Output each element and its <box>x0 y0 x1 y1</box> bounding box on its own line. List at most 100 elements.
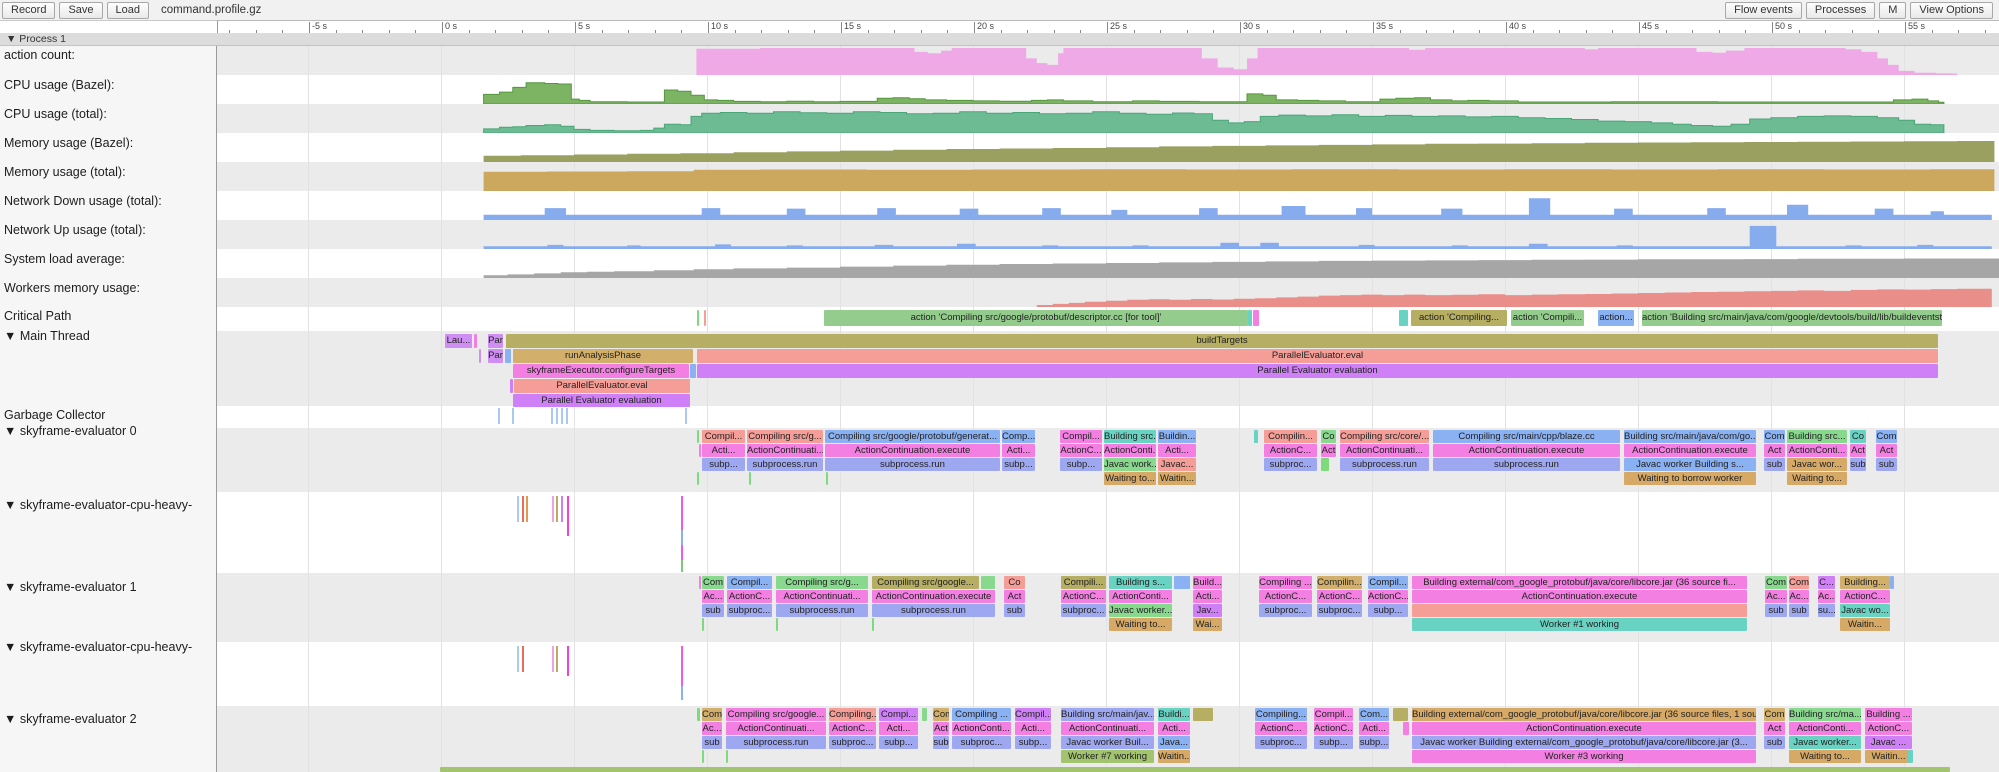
skyframe-evaluator-2-slice[interactable]: subprocess.run <box>726 736 826 749</box>
skyframe-evaluator-1-slice[interactable]: ActionConti... <box>1109 590 1172 603</box>
main-thread-slice[interactable]: ParallelEvaluator.eval <box>697 349 1938 363</box>
event-tick[interactable] <box>681 560 683 572</box>
skyframe-evaluator-0-slice[interactable] <box>697 472 699 485</box>
skyframe-evaluator-1-slice[interactable]: ActionC... <box>727 590 772 603</box>
critical-path-slice[interactable] <box>704 310 706 326</box>
chart-mem-bazel[interactable] <box>217 133 1999 162</box>
flow-events-button[interactable]: Flow events <box>1725 2 1802 19</box>
skyframe-evaluator-2-slice[interactable]: Com <box>702 708 722 721</box>
skyframe-evaluator-0-slice[interactable]: ActionContinuati... <box>747 444 823 457</box>
skyframe-evaluator-0-slice[interactable]: ActionC... <box>1264 444 1317 457</box>
skyframe-evaluator-0-slice[interactable]: subprocess.run <box>1340 458 1429 471</box>
skyframe-evaluator-0-slice[interactable]: Waiting to... <box>1104 472 1156 485</box>
skyframe-evaluator-1-slice[interactable]: Compil... <box>1368 576 1408 589</box>
event-tick[interactable] <box>566 408 568 424</box>
skyframe-evaluator-2-slice[interactable] <box>1393 708 1408 721</box>
skyframe-evaluator-2-slice[interactable]: Com <box>933 708 949 721</box>
skyframe-evaluator-1-slice[interactable]: subp... <box>1368 604 1408 617</box>
skyframe-evaluator-1-slice[interactable]: ActionC... <box>1259 590 1312 603</box>
skyframe-evaluator-2-slice[interactable] <box>922 708 927 721</box>
skyframe-evaluator-0-slice[interactable]: Waiting to... <box>1787 472 1847 485</box>
skyframe-evaluator-2-slice[interactable]: Waiting to... <box>1789 750 1861 763</box>
skyframe-evaluator-2-slice[interactable]: Compiling... <box>1255 708 1307 721</box>
skyframe-evaluator-2-slice[interactable]: ActionC... <box>1255 722 1307 735</box>
skyframe-evaluator-1-slice[interactable]: Building s... <box>1109 576 1172 589</box>
skyframe-evaluator-1-slice[interactable]: Ac... <box>1765 590 1787 603</box>
skyframe-evaluator-1-slice[interactable]: Com <box>1789 576 1809 589</box>
skyframe-evaluator-0-slice[interactable]: Building src... <box>1787 430 1847 443</box>
skyframe-evaluator-0-slice[interactable]: ActionConti... <box>1787 444 1847 457</box>
skyframe-evaluator-0-slice[interactable]: ActionConti... <box>1104 444 1156 457</box>
skyframe-evaluator-2-slice[interactable]: ActionC... <box>829 722 876 735</box>
event-tick[interactable] <box>512 408 514 424</box>
main-thread-slice[interactable]: Par <box>488 349 503 363</box>
skyframe-evaluator-2-slice[interactable]: Compiling... <box>829 708 876 721</box>
skyframe-evaluator-1-slice[interactable]: ActionC... <box>1061 590 1106 603</box>
skyframe-evaluator-0-slice[interactable]: Compiling src/g... <box>747 430 823 443</box>
skyframe-evaluator-0-slice[interactable]: subp... <box>1002 458 1035 471</box>
skyframe-evaluator-2-slice[interactable]: Javac worker Buil... <box>1061 736 1154 749</box>
event-tick[interactable] <box>552 496 554 522</box>
event-tick[interactable] <box>681 496 683 530</box>
skyframe-evaluator-0-slice[interactable]: Javac wor... <box>1787 458 1847 471</box>
event-tick[interactable] <box>681 530 683 545</box>
skyframe-evaluator-2-slice[interactable]: Acti... <box>879 722 918 735</box>
skyframe-evaluator-1-slice[interactable]: Co <box>1004 576 1025 589</box>
skyframe-evaluator-2-slice[interactable]: ActionContinuati... <box>726 722 826 735</box>
skyframe-evaluator-1-slice[interactable]: Acti... <box>1193 590 1222 603</box>
skyframe-evaluator-1-slice[interactable]: subprocess.run <box>776 604 868 617</box>
skyframe-evaluator-1-slice[interactable]: ActionContinuation.execute <box>1412 590 1747 603</box>
skyframe-evaluator-2-slice[interactable]: subp... <box>1314 736 1353 749</box>
skyframe-evaluator-2-slice[interactable]: sub <box>1764 736 1785 749</box>
skyframe-evaluator-1-slice[interactable]: sub <box>702 604 724 617</box>
main-thread-slice[interactable] <box>690 364 696 378</box>
skyframe-evaluator-0-slice[interactable]: Compilin... <box>1264 430 1317 443</box>
sidebar-row-skyframe-evaluator-cpu-heavy[interactable]: ▼ skyframe-evaluator-cpu-heavy- <box>4 640 192 654</box>
critical-path-slice[interactable]: action 'Compiling... <box>1411 310 1507 326</box>
main-thread-slice[interactable]: skyframeExecutor.configureTargets <box>513 364 689 378</box>
skyframe-evaluator-1-slice[interactable]: Building external/com_google_protobuf/ja… <box>1412 576 1747 589</box>
chart-mem-total[interactable] <box>217 162 1999 191</box>
critical-path-slice[interactable]: action... <box>1598 310 1634 326</box>
skyframe-evaluator-2-slice[interactable]: Compi... <box>879 708 918 721</box>
skyframe-evaluator-1-slice[interactable]: Compiling ... <box>1259 576 1312 589</box>
load-button[interactable]: Load <box>107 2 149 19</box>
skyframe-evaluator-2-slice[interactable]: ActionContinuati... <box>1061 722 1154 735</box>
skyframe-evaluator-2-slice[interactable]: ActionContinuation.execute <box>1412 722 1756 735</box>
skyframe-evaluator-2-slice[interactable]: Compiling ... <box>952 708 1011 721</box>
skyframe-evaluator-1-slice[interactable] <box>872 618 874 631</box>
event-tick[interactable] <box>681 646 683 686</box>
event-tick[interactable] <box>522 646 524 672</box>
skyframe-evaluator-2-slice[interactable]: Waitin... <box>1865 750 1912 763</box>
main-thread-slice[interactable] <box>479 349 481 363</box>
skyframe-evaluator-1-slice[interactable]: ActionContinuation.execute <box>872 590 995 603</box>
skyframe-evaluator-1-slice[interactable]: Build... <box>1193 576 1222 589</box>
critical-path-slice[interactable]: action 'Building src/main/java/com/googl… <box>1642 310 1942 326</box>
skyframe-evaluator-1-slice[interactable]: ActionC... <box>1840 590 1890 603</box>
skyframe-evaluator-2-slice[interactable]: subproc... <box>952 736 1011 749</box>
skyframe-evaluator-1-slice[interactable] <box>1412 604 1747 617</box>
skyframe-evaluator-0-slice[interactable]: Compiling src/google/protobuf/generat... <box>825 430 1000 443</box>
view-options-button[interactable]: View Options <box>1910 2 1993 19</box>
skyframe-evaluator-0-slice[interactable] <box>1321 458 1329 471</box>
chart-cpu-bazel[interactable] <box>217 75 1999 104</box>
main-thread-slice[interactable]: Parallel Evaluator evaluation <box>697 364 1938 378</box>
skyframe-evaluator-0-slice[interactable]: subproc... <box>1264 458 1317 471</box>
skyframe-evaluator-0-slice[interactable]: subprocess.run <box>825 458 1000 471</box>
skyframe-evaluator-0-slice[interactable] <box>826 472 828 485</box>
skyframe-evaluator-1-slice[interactable] <box>1890 576 1894 589</box>
chart-cpu-total[interactable] <box>217 104 1999 133</box>
skyframe-evaluator-0-slice[interactable]: ActionContinuation.execute <box>1433 444 1620 457</box>
skyframe-evaluator-2-slice[interactable] <box>702 750 704 763</box>
main-thread-slice[interactable] <box>474 334 477 348</box>
critical-path-slice[interactable]: action 'Compili... <box>1511 310 1584 326</box>
skyframe-evaluator-0-slice[interactable]: Co <box>1850 430 1866 443</box>
chart-sys-load[interactable] <box>217 249 1999 278</box>
skyframe-evaluator-1-slice[interactable]: su... <box>1818 604 1835 617</box>
main-thread-slice[interactable]: Lau... <box>445 334 472 348</box>
skyframe-evaluator-1-slice[interactable]: Act <box>1004 590 1025 603</box>
skyframe-evaluator-0-slice[interactable]: sub <box>1850 458 1866 471</box>
skyframe-evaluator-1-slice[interactable]: Ac... <box>1818 590 1835 603</box>
skyframe-evaluator-2-slice[interactable]: Building src/ma... <box>1789 708 1861 721</box>
skyframe-evaluator-2-slice[interactable]: Javac worker... <box>1789 736 1861 749</box>
